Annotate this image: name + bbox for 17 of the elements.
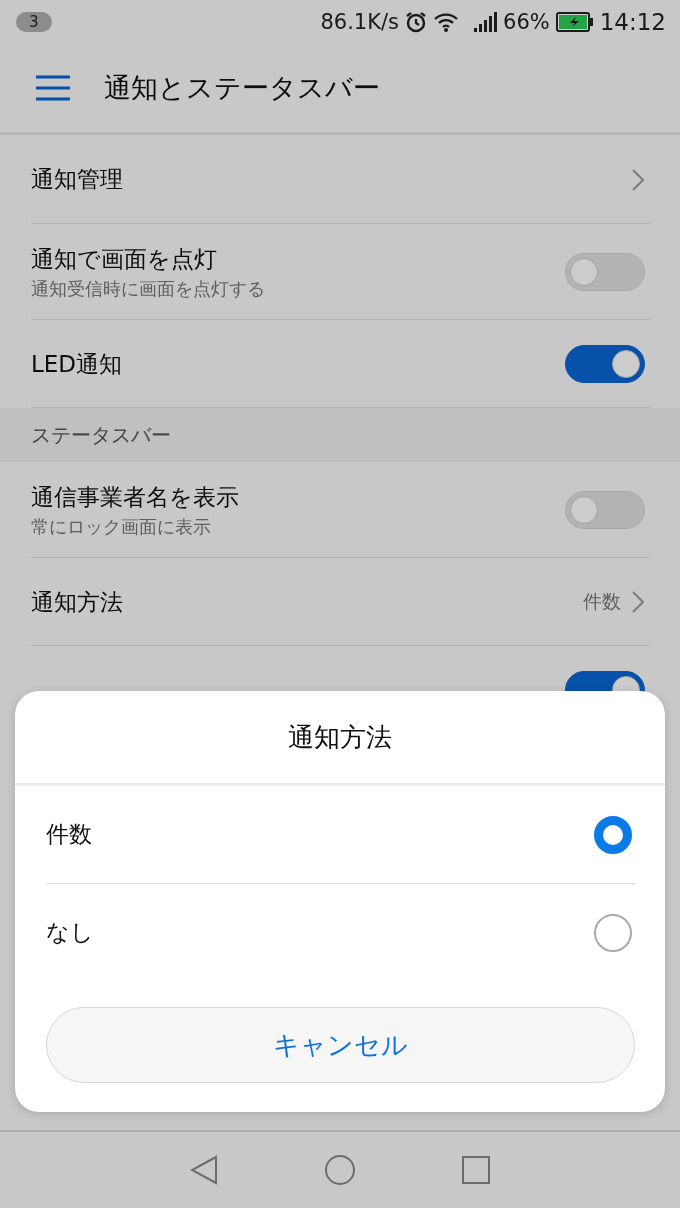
setting-description: 常にロック画面に表示 bbox=[31, 514, 212, 539]
setting-description: 通知受信時に画面を点灯する bbox=[31, 276, 265, 301]
setting-label: 通知で画面を点灯 bbox=[31, 244, 218, 274]
section-title: ステータスバー bbox=[31, 421, 171, 449]
setting-label: 通知管理 bbox=[31, 165, 123, 194]
notification-count-badge: 3 bbox=[16, 12, 52, 32]
setting-label: 通知方法 bbox=[31, 587, 123, 617]
setting-value: 件数 bbox=[583, 589, 621, 614]
option-label: 件数 bbox=[46, 820, 92, 849]
clock-time: 14:12 bbox=[599, 9, 666, 35]
network-speed: 86.1K/s bbox=[320, 10, 399, 34]
setting-label: LED通知 bbox=[31, 349, 123, 379]
option-label: なし bbox=[46, 918, 94, 947]
dialog-title: 通知方法 bbox=[288, 720, 392, 754]
battery-percentage: 66% bbox=[503, 10, 550, 34]
page-title: 通知とステータスバー bbox=[104, 71, 380, 105]
setting-label: 通信事業者名を表示 bbox=[31, 482, 239, 512]
